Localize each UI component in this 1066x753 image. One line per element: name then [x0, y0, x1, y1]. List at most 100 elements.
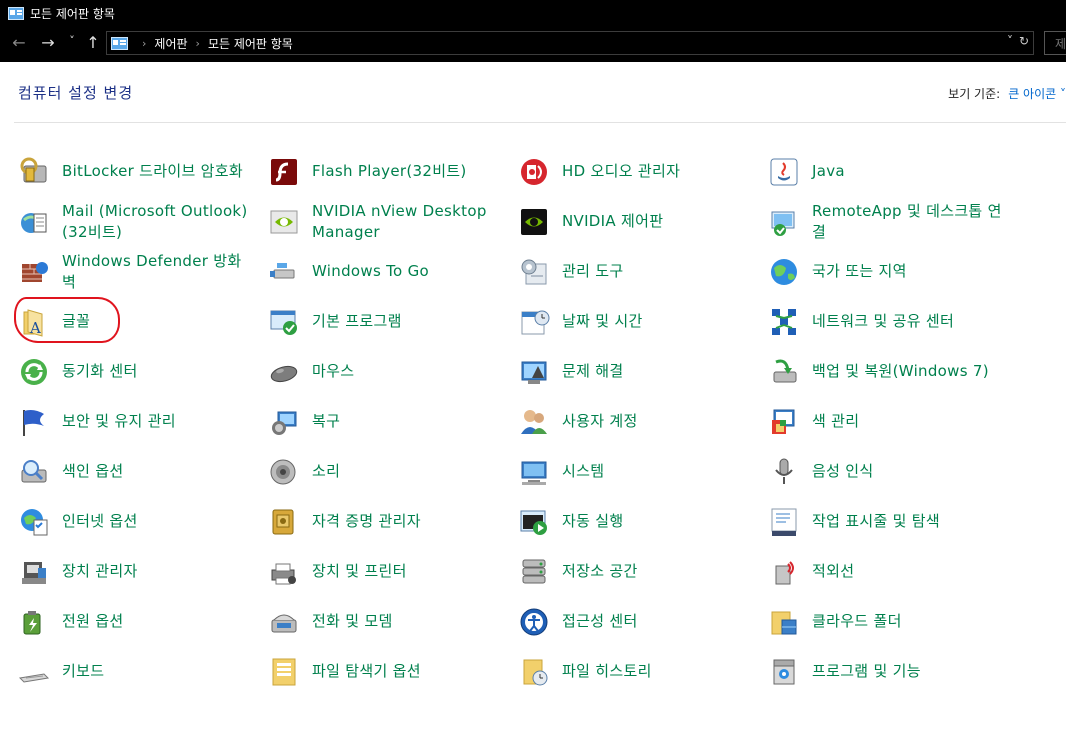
control-panel-item[interactable]: 프로그램 및 기능	[768, 647, 1008, 693]
search-box[interactable]: 제	[1044, 31, 1066, 55]
control-panel-item[interactable]: Java	[768, 147, 1008, 193]
title-bar: 모든 제어판 항목	[0, 0, 1066, 26]
control-panel-item[interactable]: HD 오디오 관리자	[518, 147, 758, 193]
control-panel-item-label: 백업 및 복원(Windows 7)	[812, 362, 989, 380]
control-panel-item[interactable]: 시스템	[518, 447, 758, 493]
control-panel-item[interactable]: 국가 또는 지역	[768, 247, 1008, 293]
default-programs-icon	[270, 310, 297, 335]
breadcrumb-control-panel[interactable]: 제어판	[154, 35, 187, 52]
control-panel-item-label: NVIDIA nView Desktop Manager	[312, 202, 487, 241]
control-panel-item-label: 적외선	[812, 562, 855, 580]
control-panel-item[interactable]: 마우스	[268, 347, 508, 393]
control-panel-item[interactable]: 파일 히스토리	[518, 647, 758, 693]
control-panel-item[interactable]: 저장소 공간	[518, 547, 758, 593]
control-panel-item[interactable]: Windows Defender 방화벽	[18, 247, 258, 293]
network-sharing-icon	[772, 309, 796, 335]
address-bar[interactable]: › 제어판 › 모든 제어판 항목 ˅ ↻	[106, 31, 1034, 55]
device-manager-icon	[22, 562, 46, 584]
phone-modem-icon	[271, 614, 297, 633]
system-icon	[521, 461, 547, 485]
highlight-annotation	[14, 297, 120, 343]
user-accounts-icon	[521, 410, 547, 434]
control-panel-item-label: 저장소 공간	[562, 562, 638, 580]
breadcrumb-separator: ›	[142, 36, 147, 50]
admin-tools-icon	[521, 259, 547, 285]
internet-options-icon	[21, 509, 48, 536]
control-panel-item-label: 날짜 및 시간	[562, 312, 643, 330]
control-panel-item[interactable]: 키보드	[18, 647, 258, 693]
control-panel-item-label: 자동 실행	[562, 512, 624, 530]
view-by: 보기 기준: 큰 아이콘 ˅	[948, 85, 1066, 102]
control-panel-item-label: Java	[812, 162, 845, 180]
control-panel-item-label: 동기화 센터	[62, 362, 138, 380]
control-panel-item[interactable]: 소리	[268, 447, 508, 493]
control-panel-item[interactable]: RemoteApp 및 데스크톱 연결	[768, 197, 1008, 243]
control-panel-item[interactable]: 색 관리	[768, 397, 1008, 443]
flash-icon	[271, 159, 297, 185]
control-panel-item[interactable]: 보안 및 유지 관리	[18, 397, 258, 443]
control-panel-item[interactable]: 관리 도구	[518, 247, 758, 293]
refresh-icon[interactable]: ↻	[1019, 34, 1029, 48]
firewall-icon	[22, 262, 48, 282]
control-panel-item-label: NVIDIA 제어판	[562, 212, 664, 230]
control-panel-item-label: Flash Player(32비트)	[312, 162, 467, 180]
control-panel-item[interactable]: 인터넷 옵션	[18, 497, 258, 543]
control-panel-item[interactable]: 색인 옵션	[18, 447, 258, 493]
control-panel-item[interactable]: 장치 관리자	[18, 547, 258, 593]
control-panel-item[interactable]: 적외선	[768, 547, 1008, 593]
remoteapp-icon	[771, 211, 795, 236]
mouse-icon	[270, 365, 298, 383]
header-divider	[14, 122, 1066, 123]
control-panel-item[interactable]: 장치 및 프린터	[268, 547, 508, 593]
up-button[interactable]: ↑	[81, 33, 105, 52]
breadcrumb-all-items[interactable]: 모든 제어판 항목	[208, 35, 293, 52]
control-panel-item-label: 기본 프로그램	[312, 312, 402, 330]
view-by-dropdown[interactable]: 큰 아이콘 ˅	[1008, 87, 1066, 101]
indexing-icon	[21, 460, 47, 483]
sync-center-icon	[21, 359, 47, 385]
navigation-bar: ← → ˅ ↑ › 제어판 › 모든 제어판 항목 ˅ ↻ 제	[0, 26, 1066, 62]
control-panel-item-label: 시스템	[562, 462, 605, 480]
address-dropdown-icon[interactable]: ˅	[1007, 34, 1013, 48]
control-panel-item[interactable]: 복구	[268, 397, 508, 443]
control-panel-item[interactable]: 전원 옵션	[18, 597, 258, 643]
control-panel-item[interactable]: 음성 인식	[768, 447, 1008, 493]
control-panel-item-label: 인터넷 옵션	[62, 512, 138, 530]
control-panel-item[interactable]: 날짜 및 시간	[518, 297, 758, 343]
file-explorer-options-icon	[272, 658, 296, 686]
control-panel-item[interactable]: Mail (Microsoft Outlook)(32비트)	[18, 197, 258, 243]
control-panel-item[interactable]: 사용자 계정	[518, 397, 758, 443]
control-panel-item[interactable]: 접근성 센터	[518, 597, 758, 643]
control-panel-item[interactable]: NVIDIA nView Desktop Manager	[268, 197, 508, 243]
control-panel-item[interactable]: Flash Player(32비트)	[268, 147, 508, 193]
control-panel-item-label: 마우스	[312, 362, 355, 380]
java-icon	[770, 158, 798, 186]
control-panel-item-label: 보안 및 유지 관리	[62, 412, 176, 430]
control-panel-item[interactable]: Windows To Go	[268, 247, 508, 293]
control-panel-item[interactable]: 백업 및 복원(Windows 7)	[768, 347, 1008, 393]
forward-button[interactable]: →	[36, 33, 60, 52]
control-panel-item[interactable]: 클라우드 폴더	[768, 597, 1008, 643]
control-panel-item[interactable]: 네트워크 및 공유 센터	[768, 297, 1008, 343]
control-panel-item[interactable]: 기본 프로그램	[268, 297, 508, 343]
troubleshooting-icon	[521, 361, 547, 384]
control-panel-item-label: 파일 히스토리	[562, 662, 652, 680]
window-title: 모든 제어판 항목	[30, 6, 115, 21]
storage-spaces-icon	[522, 559, 546, 584]
back-button[interactable]: ←	[7, 33, 31, 52]
control-panel-item[interactable]: 전화 및 모뎀	[268, 597, 508, 643]
control-panel-item[interactable]: 동기화 센터	[18, 347, 258, 393]
view-by-label: 보기 기준:	[948, 87, 1001, 101]
control-panel-item[interactable]: 자동 실행	[518, 497, 758, 543]
control-panel-item[interactable]: NVIDIA 제어판	[518, 197, 758, 243]
control-panel-item[interactable]: BitLocker 드라이브 암호화	[18, 147, 258, 193]
control-panel-item[interactable]: 자격 증명 관리자	[268, 497, 508, 543]
control-panel-item-label: 네트워크 및 공유 센터	[812, 312, 955, 330]
control-panel-item[interactable]: 파일 탐색기 옵션	[268, 647, 508, 693]
control-panel-item-label: 색인 옵션	[62, 462, 124, 480]
control-panel-item[interactable]: 작업 표시줄 및 탐색	[768, 497, 1008, 543]
keyboard-icon	[18, 673, 50, 683]
control-panel-item[interactable]: 문제 해결	[518, 347, 758, 393]
taskbar-icon	[771, 508, 797, 536]
windows-to-go-icon	[270, 263, 295, 279]
